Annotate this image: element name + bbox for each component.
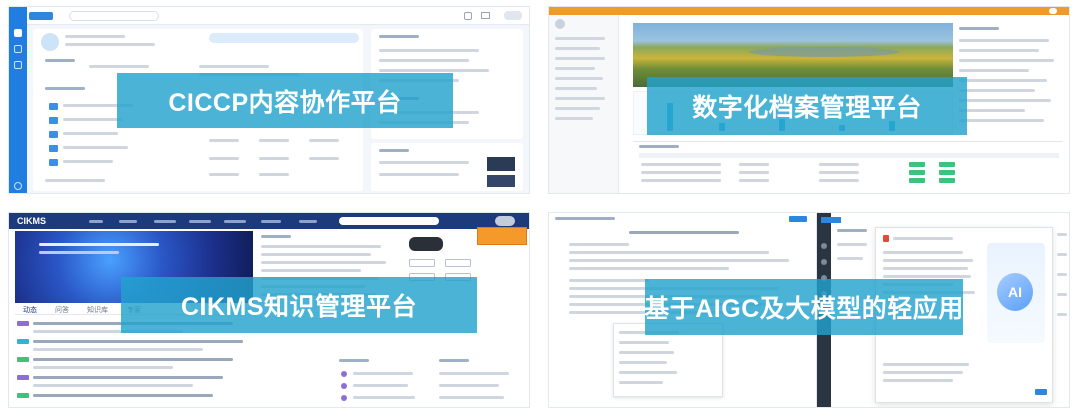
panel-ciccp: CICCP内容协作平台 <box>8 6 530 194</box>
avatar[interactable] <box>495 216 515 226</box>
news-thumbnail <box>487 157 515 171</box>
folder-icon <box>49 117 58 124</box>
sidebar-item-home[interactable] <box>14 29 22 37</box>
nav-icon[interactable] <box>821 243 827 249</box>
status-badge <box>909 178 925 183</box>
panel-title: 数字化档案管理平台 <box>692 94 922 122</box>
product-image <box>409 237 443 251</box>
bell-icon[interactable] <box>464 12 472 20</box>
tab-qa[interactable]: 问答 <box>55 305 69 315</box>
sidebar-item-tasks[interactable] <box>14 61 22 69</box>
app-logo: CIKMS <box>17 216 46 226</box>
list-bullet-icon <box>341 371 347 377</box>
panel-title: CIKMS知识管理平台 <box>180 293 418 321</box>
panel-title-banner: CIKMS知识管理平台 <box>121 277 477 333</box>
tag-badge <box>17 321 29 326</box>
status-badge <box>939 170 955 175</box>
tab-knowledge[interactable]: 知识库 <box>87 305 108 315</box>
send-button[interactable] <box>789 216 807 222</box>
panel-title-banner: 数字化档案管理平台 <box>647 77 967 135</box>
tab-feed[interactable]: 动态 <box>23 305 37 315</box>
tag-badge <box>17 357 29 362</box>
app-logo-icon <box>821 217 841 223</box>
mail-icon[interactable] <box>481 12 490 19</box>
tag-badge <box>17 393 29 398</box>
avatar <box>41 33 59 51</box>
folder-icon <box>49 159 58 166</box>
panel-title: CICCP内容协作平台 <box>168 88 402 117</box>
ai-icon[interactable]: AI <box>997 273 1033 311</box>
ai-badge: AI <box>1008 284 1022 300</box>
action-button[interactable] <box>445 259 471 267</box>
table-header <box>639 153 1059 158</box>
action-button[interactable] <box>1035 389 1047 395</box>
status-badge <box>939 162 955 167</box>
list-bullet-icon <box>341 383 347 389</box>
app-logo-icon <box>29 12 53 20</box>
search-input[interactable] <box>339 217 439 225</box>
panel-aigc: AI 基于AIGC及大模型的轻应用 <box>548 212 1070 408</box>
status-badge <box>909 162 925 167</box>
panel-cikms: CIKMS 动态 问答 知识库 专家 CIKMS知识管理平台 <box>8 212 530 408</box>
nav-icon[interactable] <box>821 259 827 265</box>
panel-title-banner: 基于AIGC及大模型的轻应用 <box>644 279 964 335</box>
avatar[interactable] <box>504 11 522 20</box>
tag-badge <box>17 339 29 344</box>
notice-bar <box>209 33 359 43</box>
sidebar-item-help[interactable] <box>14 182 22 190</box>
sidebar-item-docs[interactable] <box>14 45 22 53</box>
status-badge <box>909 170 925 175</box>
notification-popup[interactable] <box>477 227 527 245</box>
panel-title-banner: CICCP内容协作平台 <box>117 73 453 128</box>
avatar[interactable] <box>1049 8 1057 14</box>
folder-icon <box>49 145 58 152</box>
news-thumbnail <box>487 175 515 187</box>
avatar <box>555 19 565 29</box>
app-header <box>549 7 1069 15</box>
sidebar <box>549 15 619 193</box>
river <box>749 47 899 57</box>
panel-title: 基于AIGC及大模型的轻应用 <box>644 295 964 323</box>
panel-archive: 数字化档案管理平台 <box>548 6 1070 194</box>
action-button[interactable] <box>409 259 435 267</box>
folder-icon <box>49 131 58 138</box>
pdf-file-icon <box>883 235 889 242</box>
status-badge <box>939 178 955 183</box>
list-bullet-icon <box>341 395 347 401</box>
tag-badge <box>17 375 29 380</box>
search-input[interactable] <box>69 11 159 21</box>
folder-icon <box>49 103 58 110</box>
